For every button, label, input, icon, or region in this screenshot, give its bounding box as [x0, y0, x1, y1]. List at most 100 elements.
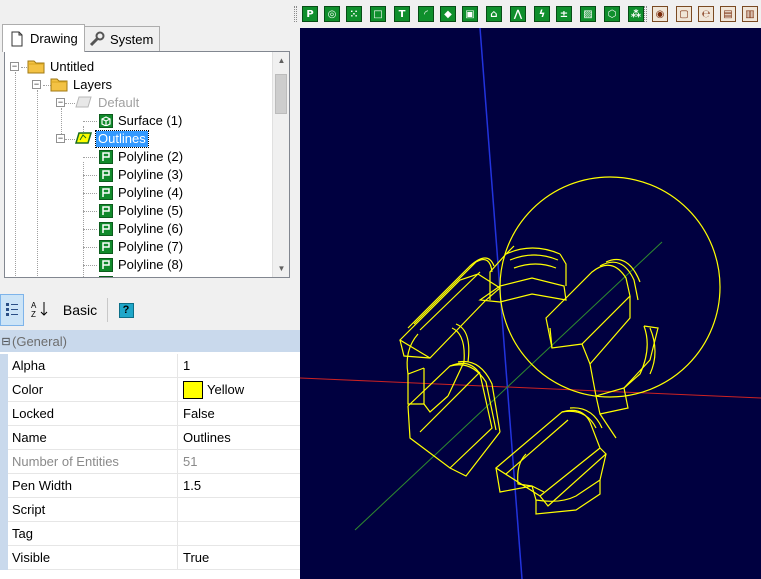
tree-node-layers[interactable]: Layers	[50, 76, 114, 94]
polyline-entity[interactable]	[423, 368, 449, 413]
lightning-tool-icon[interactable]: ϟ	[534, 6, 550, 22]
arc-tool-icon[interactable]: ◜	[418, 6, 434, 22]
polyline-entity[interactable]	[535, 480, 601, 515]
image-tool-icon[interactable]: ⌂	[486, 6, 502, 22]
expand-toggle-outlines[interactable]: −	[56, 134, 65, 143]
polyline-entity[interactable]	[449, 431, 501, 477]
property-row-alpha[interactable]: Alpha 1	[0, 354, 300, 378]
tree-node-polyline[interactable]	[99, 274, 113, 277]
terrain-tool-icon[interactable]: ⋀	[510, 6, 526, 22]
basic-view-button[interactable]: Basic	[58, 294, 102, 326]
expand-toggle-root[interactable]: −	[10, 62, 19, 71]
tree-node-polyline[interactable]: Polyline (2)	[99, 148, 185, 166]
tree-node-polyline[interactable]: Polyline (8)	[99, 256, 185, 274]
polyline-entities[interactable]	[399, 245, 659, 515]
polyline-entity[interactable]	[505, 419, 569, 475]
polyline-entity[interactable]	[509, 254, 559, 261]
row-gutter	[0, 474, 8, 498]
viewport-canvas[interactable]	[300, 28, 761, 579]
3d-viewport[interactable]	[300, 28, 761, 579]
polyline-entity[interactable]	[559, 253, 567, 286]
points-tool-icon[interactable]: ⁙	[346, 6, 362, 22]
toolbar-grip[interactable]	[644, 6, 647, 22]
expand-toggle-layers[interactable]: −	[32, 80, 41, 89]
clipboard-tool-icon[interactable]: ▤	[720, 6, 736, 22]
tree-node-polyline[interactable]: Polyline (3)	[99, 166, 185, 184]
property-row-tag[interactable]: Tag	[0, 522, 300, 546]
polyline-entity[interactable]	[478, 277, 567, 303]
polyline-entity[interactable]	[406, 333, 425, 375]
tree-node-polyline[interactable]: Polyline (6)	[99, 220, 185, 238]
polyline-entity[interactable]	[495, 467, 545, 493]
polyline-entity[interactable]	[407, 362, 493, 469]
help-button[interactable]: ?	[114, 294, 138, 326]
scrollbar-thumb[interactable]	[275, 74, 287, 114]
expand-toggle-default[interactable]: −	[56, 98, 65, 107]
group-tool-icon[interactable]: ⁂	[628, 6, 644, 22]
polyline-entity[interactable]	[407, 374, 424, 405]
drawing-tree[interactable]: − − − − Untitled Layers Default Surface …	[4, 51, 290, 278]
render-tool-icon[interactable]: ◉	[652, 6, 668, 22]
tab-system[interactable]: System	[82, 26, 161, 51]
toolbar-grip[interactable]	[294, 6, 297, 22]
property-value[interactable]: Outlines	[183, 426, 300, 450]
bookmark-tool-icon[interactable]: ▥	[742, 6, 758, 22]
solid-tool-icon[interactable]: ◆	[440, 6, 456, 22]
tree-node-polyline[interactable]: Polyline (4)	[99, 184, 185, 202]
polyline-tool-icon[interactable]: P	[302, 6, 318, 22]
scroll-down-arrow-icon[interactable]: ▼	[273, 260, 289, 277]
polyline-entity[interactable]	[449, 364, 497, 431]
dimension-tool-icon[interactable]: ±	[556, 6, 572, 22]
tree-scrollbar[interactable]: ▲ ▼	[272, 52, 289, 277]
tree-node-default-layer[interactable]: Default	[75, 94, 141, 112]
tree-node-outlines[interactable]: Outlines	[74, 130, 149, 148]
hatch-tool-icon[interactable]: ▨	[580, 6, 596, 22]
categorized-view-button[interactable]	[0, 294, 24, 326]
polyline-entity[interactable]	[513, 263, 557, 269]
polyline-entity[interactable]	[419, 271, 481, 331]
tree-node-polyline[interactable]: Polyline (5)	[99, 202, 185, 220]
tree-node-surface[interactable]: Surface (1)	[99, 112, 184, 130]
circle-entity[interactable]	[499, 176, 721, 398]
tree-node-polyline[interactable]: Polyline (7)	[99, 238, 185, 256]
tab-drawing[interactable]: Drawing	[2, 24, 85, 52]
polyline-entity[interactable]	[599, 413, 617, 439]
circle-tool-icon[interactable]: ◎	[324, 6, 340, 22]
scroll-up-arrow-icon[interactable]: ▲	[273, 52, 289, 69]
property-row-number-of-entities[interactable]: Number of Entities 51	[0, 450, 300, 474]
frame-tool-icon[interactable]: ▢	[676, 6, 692, 22]
property-value[interactable]	[183, 522, 300, 546]
rectangle-tool-icon[interactable]: □	[370, 6, 386, 22]
polyline-entity[interactable]	[589, 325, 659, 397]
polygon-tool-icon[interactable]: ⬡	[604, 6, 620, 22]
polyline-entity[interactable]	[494, 409, 601, 497]
panel-splitter[interactable]	[0, 280, 300, 286]
property-row-visible[interactable]: Visible True	[0, 546, 300, 570]
polyline-entity[interactable]	[623, 325, 648, 389]
polyline-entity[interactable]	[581, 296, 631, 366]
property-value[interactable]: True	[183, 546, 300, 570]
property-value[interactable]: 1	[183, 354, 300, 378]
polyline-entity[interactable]	[419, 371, 481, 433]
category-header[interactable]: ⊟ (General)	[0, 330, 300, 352]
property-value[interactable]: False	[183, 402, 300, 426]
tree-node-root[interactable]: Untitled	[27, 58, 96, 76]
polyline-entity[interactable]	[517, 453, 533, 487]
tree-node-label: Default	[98, 95, 140, 110]
property-row-script[interactable]: Script	[0, 498, 300, 522]
property-row-color[interactable]: Color Yellow	[0, 378, 300, 402]
polyline-entity[interactable]	[545, 264, 631, 349]
property-value[interactable]: 1.5	[183, 474, 300, 498]
polyline-entity[interactable]	[489, 245, 515, 300]
property-value[interactable]	[183, 498, 300, 522]
property-row-locked[interactable]: Locked False	[0, 402, 300, 426]
box-tool-icon[interactable]: ▣	[462, 6, 478, 22]
property-row-pen-width[interactable]: Pen Width 1.5	[0, 474, 300, 498]
property-value-color[interactable]: Yellow	[183, 378, 300, 402]
property-row-name[interactable]: Name Outlines	[0, 426, 300, 450]
polyline-entity[interactable]	[505, 247, 561, 255]
script-tool-icon[interactable]: ℮	[698, 6, 714, 22]
alphabetical-view-button[interactable]: A Z	[28, 294, 52, 326]
text-tool-icon[interactable]: T	[394, 6, 410, 22]
collapse-icon[interactable]: ⊟	[0, 335, 12, 348]
